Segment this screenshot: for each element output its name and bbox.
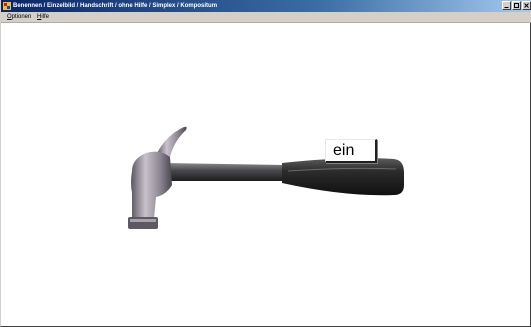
menu-hilfe-label: ilfe (41, 14, 50, 20)
menu-bar: Optionen Hilfe (1, 12, 531, 23)
app-window: Benennen / Einzelbild / Handschrift / oh… (0, 0, 531, 327)
minimize-icon (504, 7, 509, 8)
close-button[interactable] (522, 1, 531, 10)
maximize-icon (514, 3, 519, 8)
title-bar[interactable]: Benennen / Einzelbild / Handschrift / oh… (1, 0, 531, 12)
window-controls (501, 1, 531, 11)
menu-optionen[interactable]: Optionen (7, 12, 31, 22)
minimize-button[interactable] (502, 1, 511, 10)
picture-canvas: ein (2, 23, 530, 325)
close-icon (524, 3, 529, 8)
menu-optionen-label: ptionen (11, 14, 32, 20)
maximize-button[interactable] (512, 1, 521, 10)
word-button-ein[interactable]: ein (325, 139, 377, 163)
window-title: Benennen / Einzelbild / Handschrift / oh… (13, 3, 218, 9)
app-icon[interactable] (3, 2, 11, 10)
menu-hilfe[interactable]: Hilfe (37, 12, 49, 22)
